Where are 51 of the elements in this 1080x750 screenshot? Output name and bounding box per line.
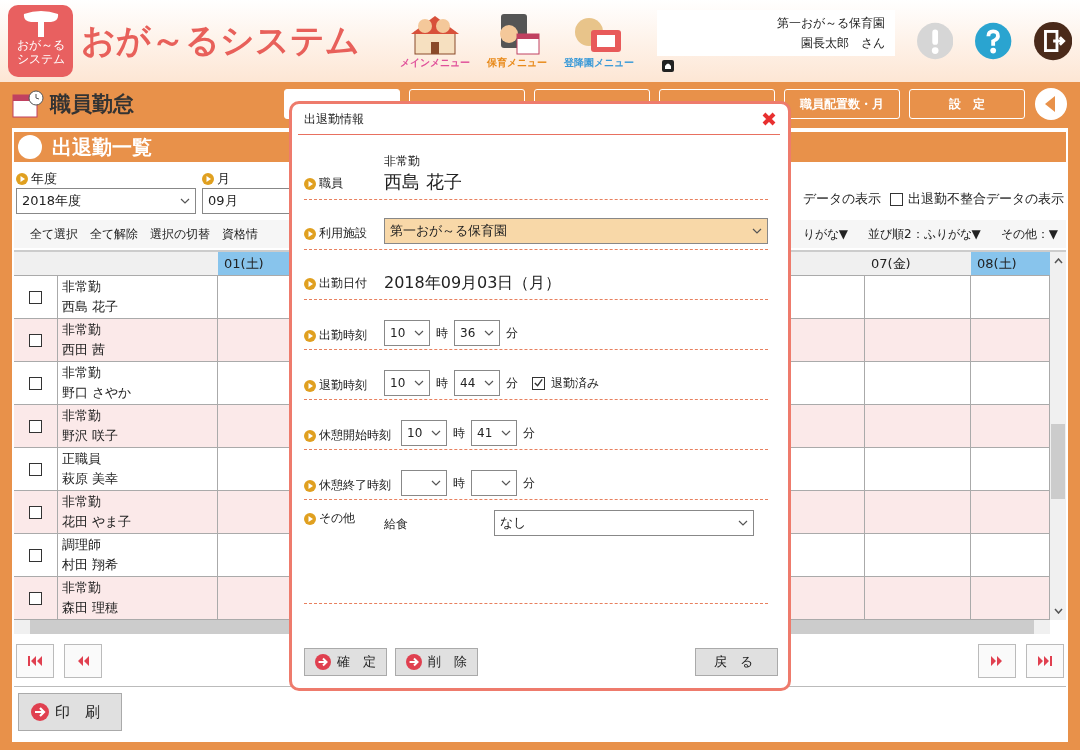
staff-type: 非常勤 bbox=[62, 278, 101, 296]
staff-name: 萩原 美幸 bbox=[62, 470, 119, 488]
page-title: 職員勤怠 bbox=[50, 91, 134, 118]
staff-name: 野口 さやか bbox=[62, 384, 132, 402]
field-label: 年度 bbox=[31, 170, 57, 188]
staff-type: 非常勤 bbox=[62, 364, 101, 382]
unit-label: 分 bbox=[523, 474, 535, 492]
item-label: 給食 bbox=[384, 516, 409, 533]
staff-name: 西田 茜 bbox=[62, 341, 106, 359]
staff-type: 正職員 bbox=[62, 450, 101, 468]
staff-type: 調理師 bbox=[62, 536, 101, 554]
staff-name: 野沢 咲子 bbox=[62, 427, 119, 445]
unit-label: 時 bbox=[453, 424, 465, 442]
field-label: 出勤時刻 bbox=[319, 327, 367, 344]
staff-name: 西島 花子 bbox=[62, 298, 119, 316]
staff-name: 花田 やま子 bbox=[62, 513, 132, 531]
staff-type: 非常勤 bbox=[62, 579, 101, 597]
unit-label: 分 bbox=[523, 424, 535, 442]
checkbox-label: 退勤済み bbox=[551, 374, 599, 392]
unit-label: 時 bbox=[436, 324, 448, 342]
dialog-title: 出退勤情報 bbox=[304, 110, 364, 128]
logo-text: システム bbox=[16, 52, 65, 67]
column-header: 07(金) bbox=[865, 252, 971, 276]
date-value: 2018年09月03日（月） bbox=[384, 273, 562, 294]
facility-name: 第一おが～る保育園 bbox=[777, 15, 886, 32]
staff-name: 西島 花子 bbox=[384, 170, 462, 194]
staff-name: 村田 翔希 bbox=[62, 556, 119, 574]
staff-type: 非常勤 bbox=[62, 493, 101, 511]
field-label: 退勤時刻 bbox=[319, 377, 367, 394]
user-name: 園長太郎 さん bbox=[801, 35, 886, 52]
unit-label: 時 bbox=[453, 474, 465, 492]
field-label: 休憩終了時刻 bbox=[319, 477, 391, 494]
staff-type: 非常勤 bbox=[62, 321, 101, 339]
field-label: 職員 bbox=[319, 175, 343, 192]
field-label: 出勤日付 bbox=[319, 275, 367, 292]
field-label: 休憩開始時刻 bbox=[319, 427, 391, 444]
field-label: 利用施設 bbox=[319, 225, 367, 242]
staff-name: 森田 理穂 bbox=[62, 599, 119, 617]
unit-label: 分 bbox=[506, 324, 518, 342]
staff-type: 非常勤 bbox=[384, 153, 421, 170]
checkbox-label: データの表示 bbox=[803, 190, 881, 208]
section-title: 出退勤一覧 bbox=[52, 133, 152, 161]
logo-text: おが～る bbox=[16, 39, 65, 53]
field-label: 月 bbox=[217, 170, 230, 188]
checkbox-label: 出退勤不整合データの表示 bbox=[908, 190, 1064, 208]
unit-label: 分 bbox=[506, 374, 518, 392]
field-label: その他 bbox=[319, 510, 355, 527]
staff-type: 非常勤 bbox=[62, 407, 101, 425]
app-title: おが～るシステム bbox=[81, 19, 362, 62]
column-header: 08(土) bbox=[971, 252, 1050, 276]
unit-label: 時 bbox=[436, 374, 448, 392]
